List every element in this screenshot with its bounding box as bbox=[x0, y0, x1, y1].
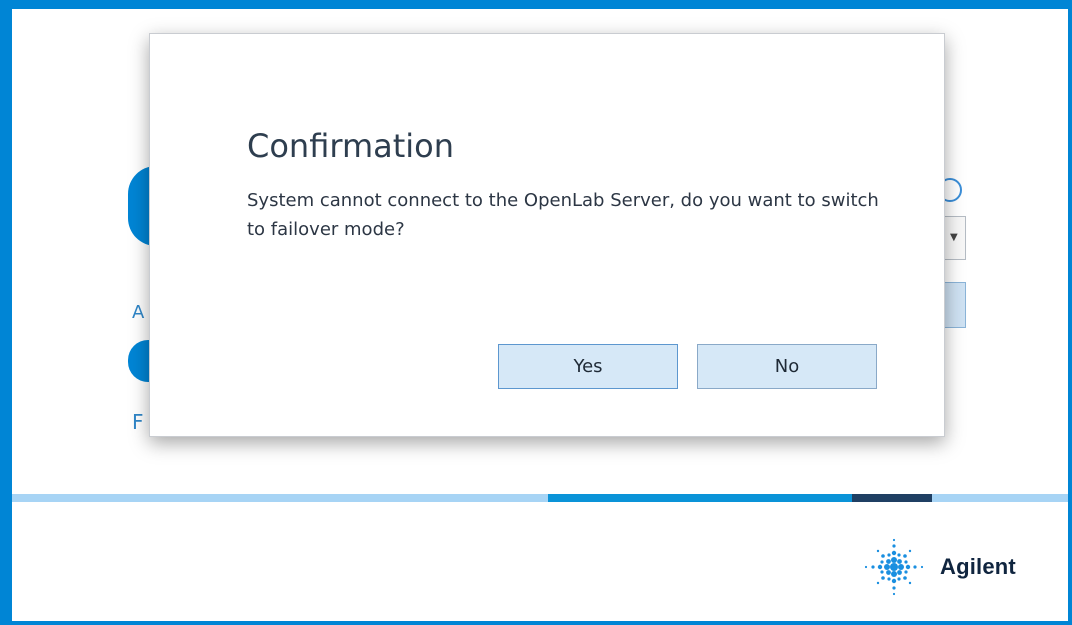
app-window: A F ▼ Agilent Confirmation System cannot… bbox=[0, 0, 1072, 625]
background-button bbox=[944, 282, 966, 328]
window-border-right bbox=[1068, 0, 1072, 625]
confirmation-dialog: Confirmation System cannot connect to th… bbox=[149, 33, 945, 437]
footer-separator-dark bbox=[852, 494, 932, 502]
chevron-down-icon: ▼ bbox=[950, 232, 958, 243]
window-border-bottom bbox=[0, 621, 1072, 625]
footer-separator-accent bbox=[548, 494, 852, 502]
window-border-left bbox=[0, 0, 12, 625]
dialog-title: Confirmation bbox=[247, 127, 455, 165]
background-label-fragment: A bbox=[132, 302, 145, 323]
agilent-logo: Agilent bbox=[856, 537, 1016, 597]
logo-text: Agilent bbox=[940, 554, 1016, 579]
yes-button[interactable]: Yes bbox=[498, 344, 678, 389]
background-link-fragment: F bbox=[132, 410, 144, 434]
no-button[interactable]: No bbox=[697, 344, 877, 389]
dialog-message: System cannot connect to the OpenLab Ser… bbox=[247, 190, 879, 240]
agilent-spark-icon bbox=[864, 538, 924, 596]
window-border-top bbox=[0, 0, 1072, 9]
